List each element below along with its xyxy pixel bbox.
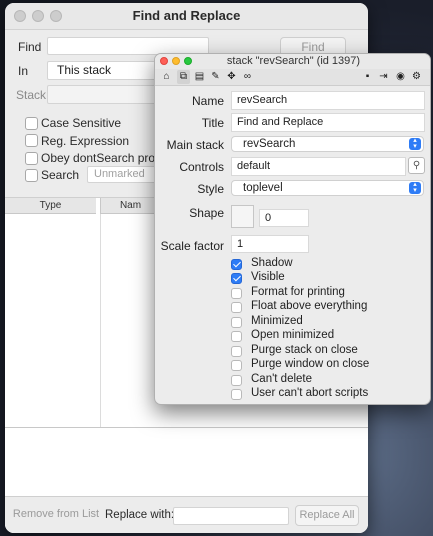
open-minimized-label: Open minimized bbox=[251, 329, 335, 341]
remove-from-list-button[interactable]: Remove from List bbox=[10, 505, 102, 525]
shape-label: Shape bbox=[189, 206, 224, 220]
replace-input[interactable] bbox=[173, 507, 289, 525]
search-scope-select[interactable]: Unmarked bbox=[87, 166, 157, 183]
style-select[interactable]: toplevel ▴ ▾ bbox=[231, 180, 424, 196]
shadow-label: Shadow bbox=[251, 257, 293, 269]
stack-label: Stack bbox=[16, 88, 47, 102]
reg-expression-checkbox[interactable] bbox=[25, 134, 38, 147]
case-sensitive-checkbox[interactable] bbox=[25, 117, 38, 130]
format-for-printing-checkbox[interactable] bbox=[231, 288, 242, 299]
chevron-up-down-icon: ▴ ▾ bbox=[409, 137, 421, 150]
name-label: Name bbox=[191, 94, 224, 108]
cant-abort-label: User can't abort scripts bbox=[251, 387, 369, 399]
footer: Remove from List Replace with: Replace A… bbox=[5, 496, 368, 533]
gear-icon[interactable]: ⚙ bbox=[410, 70, 423, 84]
in-label: In bbox=[18, 64, 29, 78]
purge-stack-checkbox[interactable] bbox=[231, 346, 242, 357]
cant-delete-label: Can't delete bbox=[251, 373, 313, 385]
purge-window-label: Purge window on close bbox=[251, 358, 370, 370]
search-checkbox[interactable] bbox=[25, 169, 38, 182]
style-label: Style bbox=[197, 182, 224, 196]
column-header-name[interactable]: Nam bbox=[100, 198, 160, 214]
inspector-toolbar: ⌂ ⧉ ▤ ✎ ✥ ∞ ▪ ⇥ ◉ ⚙ bbox=[155, 69, 430, 86]
replace-with-label: Replace with: bbox=[105, 509, 175, 521]
find-label: Find bbox=[18, 40, 42, 54]
float-above-label: Float above everything bbox=[251, 300, 368, 312]
in-select[interactable]: This stack bbox=[47, 61, 162, 80]
link-icon[interactable]: ∞ bbox=[241, 70, 254, 84]
visible-label: Visible bbox=[251, 271, 285, 283]
title-input[interactable]: Find and Replace bbox=[231, 113, 425, 132]
stack-inspector-window: stack "revSearch" (id 1397) ⌂ ⧉ ▤ ✎ ✥ ∞ … bbox=[154, 53, 431, 405]
controls-input[interactable]: default bbox=[231, 157, 406, 176]
inspector-title: stack "revSearch" (id 1397) bbox=[226, 55, 361, 67]
column-header-type[interactable]: Type bbox=[5, 198, 96, 214]
shape-input[interactable]: 0 bbox=[259, 209, 309, 227]
float-above-checkbox[interactable] bbox=[231, 302, 242, 313]
obey-dontsearch-checkbox[interactable] bbox=[25, 152, 38, 165]
chevron-up-down-icon: ▴ ▾ bbox=[409, 181, 421, 194]
open-minimized-checkbox[interactable] bbox=[231, 331, 242, 342]
window-title: Find and Replace bbox=[132, 8, 241, 23]
scale-factor-label: Scale factor bbox=[160, 239, 224, 253]
stack-select[interactable] bbox=[47, 85, 162, 104]
column-divider bbox=[100, 214, 101, 428]
main-stack-select[interactable]: revSearch ▴ ▾ bbox=[231, 136, 424, 152]
find-replace-titlebar: Find and Replace bbox=[5, 3, 368, 30]
minimized-checkbox[interactable] bbox=[231, 317, 242, 328]
replace-all-button[interactable]: Replace All bbox=[295, 505, 359, 526]
name-input[interactable]: revSearch bbox=[231, 91, 425, 110]
move-icon[interactable]: ✥ bbox=[225, 70, 238, 84]
title-label: Title bbox=[201, 116, 224, 130]
home-icon[interactable]: ⌂ bbox=[160, 70, 173, 84]
style-value: toplevel bbox=[243, 182, 283, 194]
minimized-label: Minimized bbox=[251, 315, 303, 327]
visible-checkbox[interactable] bbox=[231, 273, 242, 284]
purge-window-checkbox[interactable] bbox=[231, 360, 242, 371]
purge-stack-label: Purge stack on close bbox=[251, 344, 358, 356]
main-stack-value: revSearch bbox=[243, 138, 296, 150]
shadow-checkbox[interactable] bbox=[231, 259, 242, 270]
inspector-titlebar: stack "revSearch" (id 1397) bbox=[155, 54, 430, 69]
magic-wand-icon[interactable]: ⚲ bbox=[408, 157, 425, 174]
pencil-icon[interactable]: ✎ bbox=[209, 70, 222, 84]
main-stack-label: Main stack bbox=[166, 138, 224, 152]
obey-dontsearch-label: Obey dontSearch prope bbox=[41, 151, 169, 165]
case-sensitive-label: Case Sensitive bbox=[41, 116, 122, 130]
controls-label: Controls bbox=[179, 160, 224, 174]
stack-icon[interactable]: ▤ bbox=[193, 70, 206, 84]
cant-delete-checkbox[interactable] bbox=[231, 375, 242, 386]
format-for-printing-label: Format for printing bbox=[251, 286, 345, 298]
login-icon[interactable]: ⇥ bbox=[377, 70, 390, 84]
reg-expression-label: Reg. Expression bbox=[41, 134, 130, 148]
scale-factor-input[interactable]: 1 bbox=[231, 235, 309, 253]
cant-abort-checkbox[interactable] bbox=[231, 389, 242, 400]
search-label: Search bbox=[41, 168, 80, 182]
shape-well[interactable] bbox=[231, 205, 254, 228]
lock-icon[interactable]: ▪ bbox=[361, 70, 374, 84]
copy-icon[interactable]: ⧉ bbox=[177, 70, 190, 84]
record-icon[interactable]: ◉ bbox=[394, 70, 407, 84]
